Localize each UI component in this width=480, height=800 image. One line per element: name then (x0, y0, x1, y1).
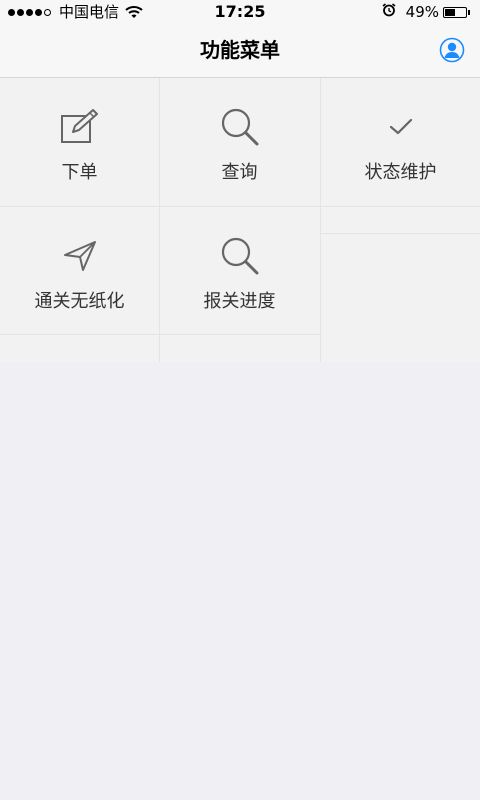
search-icon (160, 235, 319, 277)
grid-divider (321, 233, 480, 234)
status-bar: 中国电信 17:25 49% (0, 0, 480, 24)
menu-item-label: 通关无纸化 (34, 291, 125, 312)
check-icon (321, 106, 480, 148)
menu-item-label: 查询 (221, 162, 258, 183)
menu-item-label: 报关进度 (203, 291, 276, 312)
menu-grid: 下单 查询 状态维护 通关无纸化 报关进度 (0, 78, 480, 362)
grid-divider (0, 334, 320, 335)
nav-bar: 功能菜单 (0, 24, 480, 78)
menu-item-label: 状态维护 (364, 162, 437, 183)
alarm-clock-icon (382, 0, 396, 24)
menu-item-label: 下单 (61, 162, 98, 183)
search-icon (160, 106, 319, 148)
battery-tip (468, 9, 470, 15)
battery-icon (443, 6, 467, 18)
send-icon (0, 235, 159, 277)
menu-item-customs-progress[interactable]: 报关进度 (160, 207, 319, 335)
grid-divider (159, 78, 160, 362)
menu-item-paperless-clearance[interactable]: 通关无纸化 (0, 207, 159, 335)
user-profile-button[interactable] (439, 37, 465, 63)
edit-icon (0, 106, 159, 148)
battery-percent: 49% (405, 3, 439, 21)
battery-level-fill (445, 8, 455, 16)
status-right: 49% (382, 0, 470, 24)
grid-divider (0, 206, 320, 207)
grid-divider (320, 78, 321, 362)
page-title: 功能菜单 (200, 38, 280, 62)
grid-divider (321, 206, 480, 207)
user-icon (439, 37, 465, 63)
menu-item-status-maintenance[interactable]: 状态维护 (321, 78, 480, 206)
menu-item-order[interactable]: 下单 (0, 78, 159, 206)
menu-item-query[interactable]: 查询 (160, 78, 319, 206)
